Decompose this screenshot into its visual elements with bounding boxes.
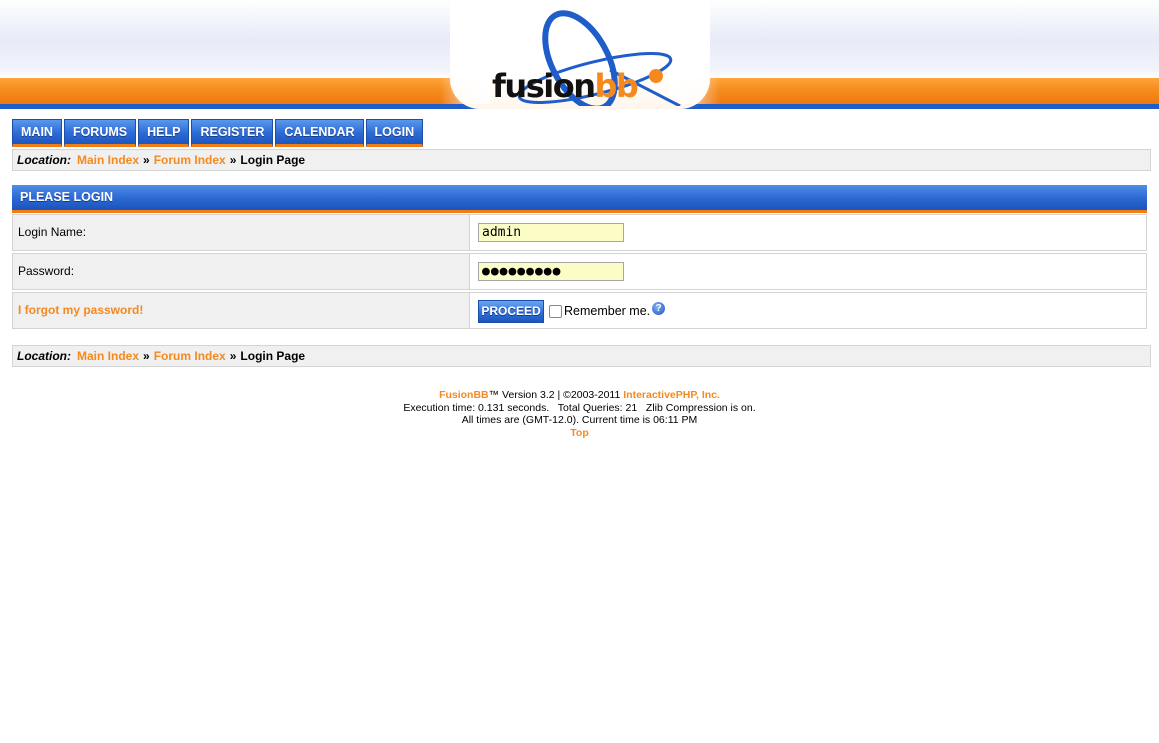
forgot-password-link[interactable]: I forgot my password! [18,303,143,317]
help-icon[interactable]: ? [652,302,665,315]
breadcrumb-separator: » [143,153,150,167]
footer-company-link[interactable]: InteractivePHP, Inc. [623,389,720,401]
login-name-cell: admin [469,214,1147,251]
breadcrumb-forum-index[interactable]: Forum Index [154,153,226,167]
nav-help[interactable]: HELP [138,119,190,147]
breadcrumb-forum-index[interactable]: Forum Index [154,349,226,363]
nav-calendar[interactable]: CALENDAR [275,119,364,147]
header-banner: fusionbb [0,0,1159,112]
proceed-cell: PROCEED Remember me. ? [469,292,1147,329]
page-footer: FusionBB™ Version 3.2 | ©2003-2011 Inter… [0,389,1159,439]
password-row: Password: ●●●●●●●●● [12,253,1147,290]
footer-version-text: ™ Version 3.2 | ©2003-2011 [488,389,624,401]
footer-brand-link[interactable]: FusionBB [439,389,489,401]
login-panel-title: PLEASE LOGIN [12,185,1147,213]
breadcrumb-bottom: Location: Main Index» Forum Index» Login Pa… [12,345,1151,367]
breadcrumb-label: Location: [17,153,71,167]
login-name-input[interactable]: admin [478,223,624,242]
remember-me-checkbox[interactable] [549,305,562,318]
password-label: Password: [12,253,473,290]
breadcrumb-current: Login Page [240,349,306,363]
breadcrumb-separator: » [143,349,150,363]
remember-me-label[interactable]: Remember me. [564,303,650,319]
action-row: I forgot my password! PROCEED Remember m… [12,292,1147,329]
main-nav: MAIN FORUMS HELP REGISTER CALENDAR LOGIN [12,119,424,147]
footer-version-line: FusionBB™ Version 3.2 | ©2003-2011 Inter… [0,389,1159,402]
footer-time: All times are (GMT-12.0). Current time i… [461,414,698,426]
breadcrumb-main-index[interactable]: Main Index [77,153,139,167]
logo-wordmark: fusionbb [492,67,639,105]
login-name-label: Login Name: [12,214,473,251]
nav-register[interactable]: REGISTER [191,119,274,147]
breadcrumb-separator: » [229,153,237,167]
proceed-button[interactable]: PROCEED [478,300,544,323]
password-cell: ●●●●●●●●● [469,253,1147,290]
nav-forums[interactable]: FORUMS [63,119,137,147]
breadcrumb-current: Login Page [240,153,306,167]
breadcrumb-label: Location: [17,349,71,363]
login-name-row: Login Name: admin [12,214,1147,251]
forgot-cell: I forgot my password! [12,292,473,329]
password-input[interactable]: ●●●●●●●●● [478,262,624,281]
breadcrumb-main-index[interactable]: Main Index [77,349,139,363]
breadcrumb-separator: » [229,349,237,363]
footer-top-link[interactable]: Top [0,427,1159,440]
footer-stats: Execution time: 0.131 seconds. Total Que… [403,401,756,414]
breadcrumb-top: Location: Main Index» Forum Index» Login Pa… [12,149,1151,171]
nav-main[interactable]: MAIN [12,119,62,147]
nav-login[interactable]: LOGIN [365,119,424,147]
